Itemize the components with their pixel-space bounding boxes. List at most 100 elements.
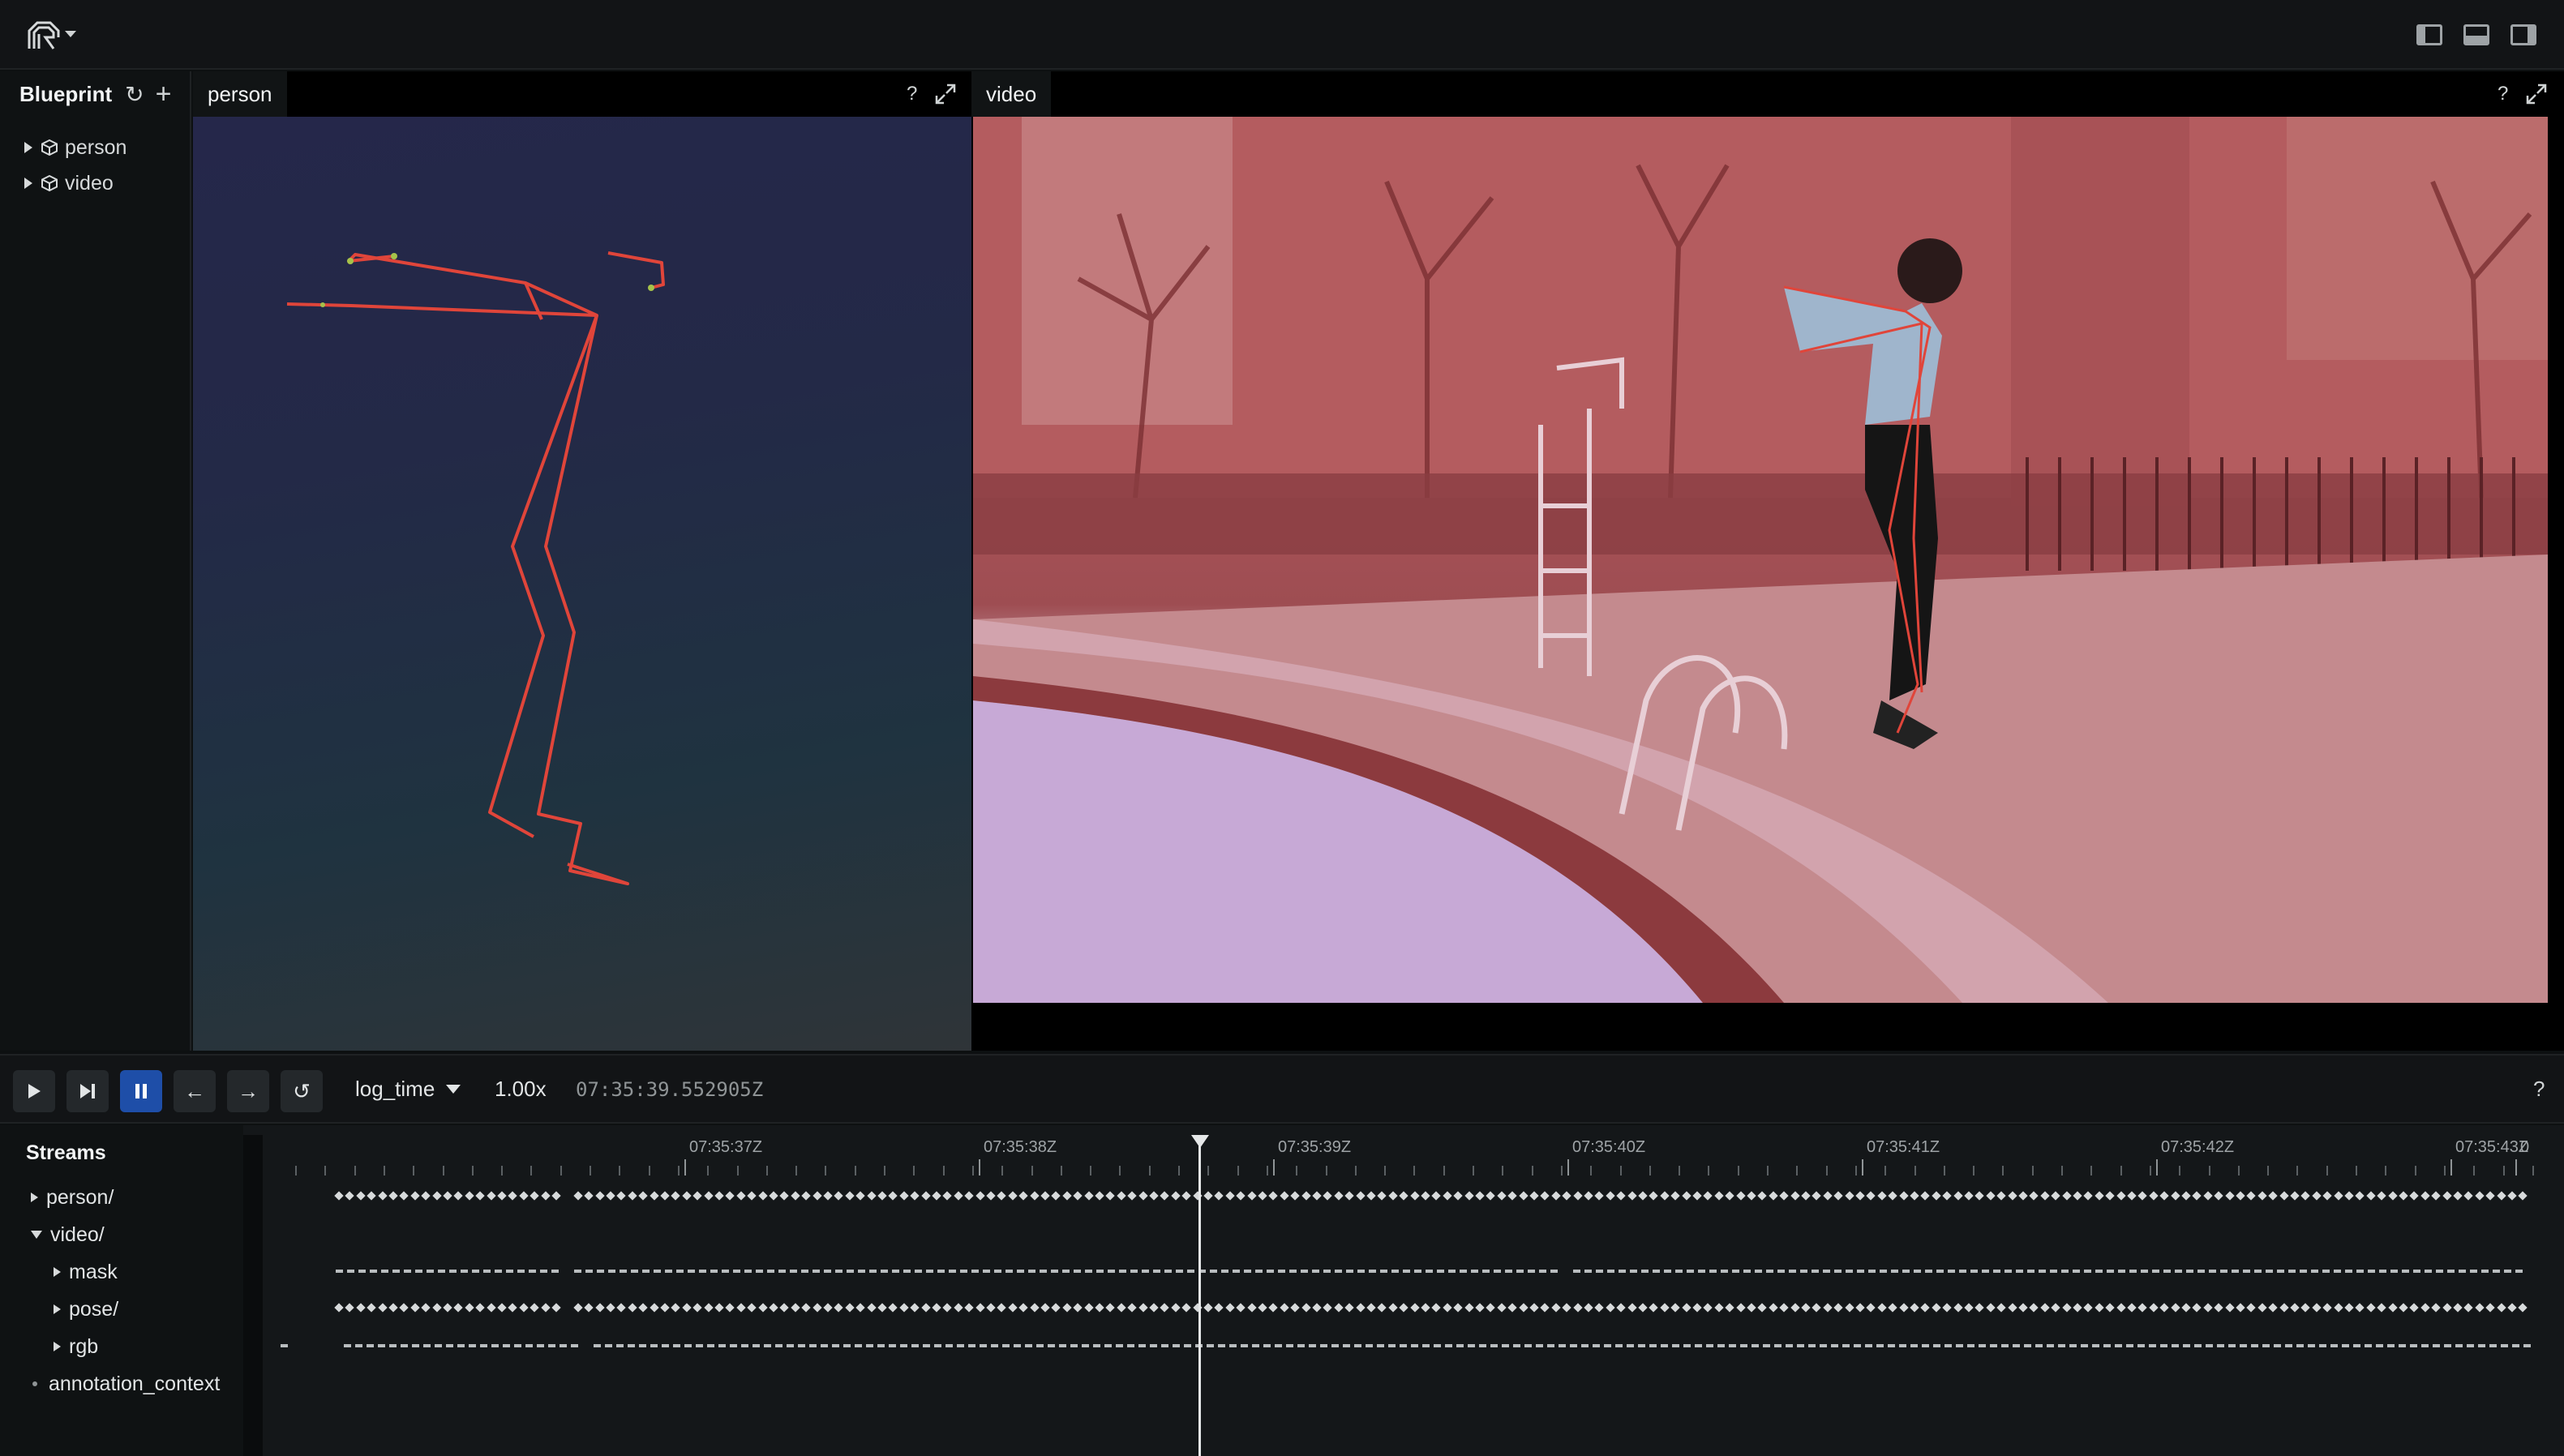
step-next-button[interactable]: →: [227, 1070, 269, 1112]
help-icon[interactable]: ?: [2533, 1077, 2545, 1102]
event-marker: [1312, 1303, 1322, 1313]
event-marker: [1268, 1303, 1279, 1313]
event-marker: [1800, 1270, 1807, 1273]
right-panel-toggle-icon[interactable]: [2510, 24, 2536, 45]
event-marker: [1831, 1344, 1838, 1347]
event-marker: [548, 1344, 555, 1347]
timeline-panel[interactable]: 07:35:37Z 07:35:38Z 07:35:39Z 07:35:40Z 07:3…: [243, 1125, 2564, 1456]
expand-triangle-icon[interactable]: [54, 1267, 61, 1277]
event-marker: [2262, 1344, 2270, 1347]
event-marker: [1725, 1191, 1734, 1201]
stream-row-video[interactable]: video/: [0, 1216, 243, 1253]
playback-speed[interactable]: 1.00x: [495, 1077, 547, 1102]
event-marker: [1105, 1303, 1116, 1313]
person-3d-view[interactable]: [193, 117, 971, 1051]
expand-triangle-icon[interactable]: [24, 142, 32, 153]
loop-button[interactable]: ↺: [281, 1070, 323, 1112]
expand-triangle-icon[interactable]: [54, 1304, 61, 1314]
event-marker: [1944, 1344, 1952, 1347]
current-time-display[interactable]: 07:35:39.552905Z: [576, 1078, 763, 1101]
video-view[interactable]: [971, 117, 2564, 1051]
blueprint-item-person[interactable]: person: [24, 130, 126, 165]
add-view-icon[interactable]: +: [156, 80, 172, 108]
step-back-button[interactable]: ←: [174, 1070, 216, 1112]
tab-person[interactable]: person: [193, 71, 287, 117]
event-marker: [2504, 1270, 2511, 1273]
event-marker: [1268, 1191, 1279, 1201]
event-marker: [2175, 1270, 2182, 1273]
event-marker: [845, 1303, 855, 1313]
stream-row-annotation-context[interactable]: annotation_context: [0, 1365, 243, 1402]
event-marker: [2501, 1344, 2508, 1347]
event-marker: [2518, 1303, 2528, 1313]
expand-icon[interactable]: [2525, 83, 2548, 105]
tab-video[interactable]: video: [971, 71, 1052, 117]
timeline-selector[interactable]: log_time: [355, 1077, 461, 1102]
event-marker: [2344, 1191, 2354, 1201]
event-marker: [1357, 1270, 1365, 1273]
event-marker: [1280, 1191, 1289, 1201]
bottom-panel-toggle-icon[interactable]: [2463, 24, 2489, 45]
event-marker: [2107, 1270, 2114, 1273]
event-marker: [1789, 1270, 1796, 1273]
collapse-triangle-icon[interactable]: [31, 1231, 42, 1239]
event-marker: [1221, 1270, 1228, 1273]
event-marker: [2485, 1191, 2495, 1201]
event-marker: [334, 1303, 344, 1313]
event-marker: [1176, 1270, 1183, 1273]
event-marker: [2453, 1303, 2463, 1313]
event-marker: [1616, 1303, 1626, 1313]
video-frame: [973, 117, 2548, 1003]
event-marker: [710, 1270, 718, 1273]
event-marker: [347, 1270, 354, 1273]
blueprint-item-video[interactable]: video: [24, 165, 126, 201]
expand-triangle-icon[interactable]: [31, 1193, 38, 1202]
stream-row-rgb[interactable]: rgb: [0, 1328, 243, 1365]
app-menu-chevron-icon[interactable]: [65, 31, 76, 37]
event-marker: [2209, 1270, 2216, 1273]
event-marker: [888, 1303, 898, 1313]
rerun-logo-icon[interactable]: [26, 19, 62, 52]
event-marker: [877, 1344, 885, 1347]
event-marker: [2103, 1344, 2111, 1347]
play-icon: [28, 1084, 41, 1098]
video-scene: [973, 117, 2548, 1003]
event-marker: [1596, 1270, 1603, 1273]
time-cursor-handle-icon[interactable]: [1191, 1135, 1209, 1148]
event-marker: [2137, 1303, 2148, 1313]
step-forward-button[interactable]: [66, 1070, 109, 1112]
event-marker: [2115, 1344, 2122, 1347]
event-marker: [1409, 1303, 1420, 1313]
help-icon[interactable]: ?: [2498, 83, 2508, 105]
play-button[interactable]: [13, 1070, 55, 1112]
event-marker: [1229, 1344, 1237, 1347]
expand-icon[interactable]: [934, 83, 957, 105]
pause-button[interactable]: [120, 1070, 162, 1112]
time-cursor[interactable]: [1198, 1137, 1201, 1456]
timeline-scrollbar[interactable]: [243, 1135, 263, 1456]
event-marker: [733, 1270, 740, 1273]
event-marker: [1207, 1344, 1214, 1347]
expand-triangle-icon[interactable]: [24, 178, 32, 189]
event-marker: [1278, 1270, 1285, 1273]
help-icon[interactable]: ?: [907, 83, 917, 105]
event-marker: [812, 1191, 822, 1201]
event-marker: [2217, 1344, 2224, 1347]
streams-panel: Streams person/ video/ mask pose/ rgb an…: [0, 1125, 243, 1456]
event-marker: [2069, 1344, 2077, 1347]
event-marker: [2409, 1303, 2420, 1313]
event-marker: [1434, 1344, 1441, 1347]
expand-triangle-icon[interactable]: [54, 1342, 61, 1351]
event-marker: [2481, 1270, 2489, 1273]
stream-row-mask[interactable]: mask: [0, 1253, 243, 1291]
event-marker: [638, 1303, 648, 1313]
reset-blueprint-icon[interactable]: ↻: [125, 81, 144, 108]
event-marker: [892, 1270, 899, 1273]
stream-row-pose[interactable]: pose/: [0, 1291, 243, 1328]
event-marker: [628, 1344, 635, 1347]
stream-label: person/: [46, 1185, 114, 1209]
left-panel-toggle-icon[interactable]: [2416, 24, 2442, 45]
stream-row-person[interactable]: person/: [0, 1179, 243, 1216]
event-marker: [2095, 1270, 2103, 1273]
event-marker: [1138, 1303, 1148, 1313]
